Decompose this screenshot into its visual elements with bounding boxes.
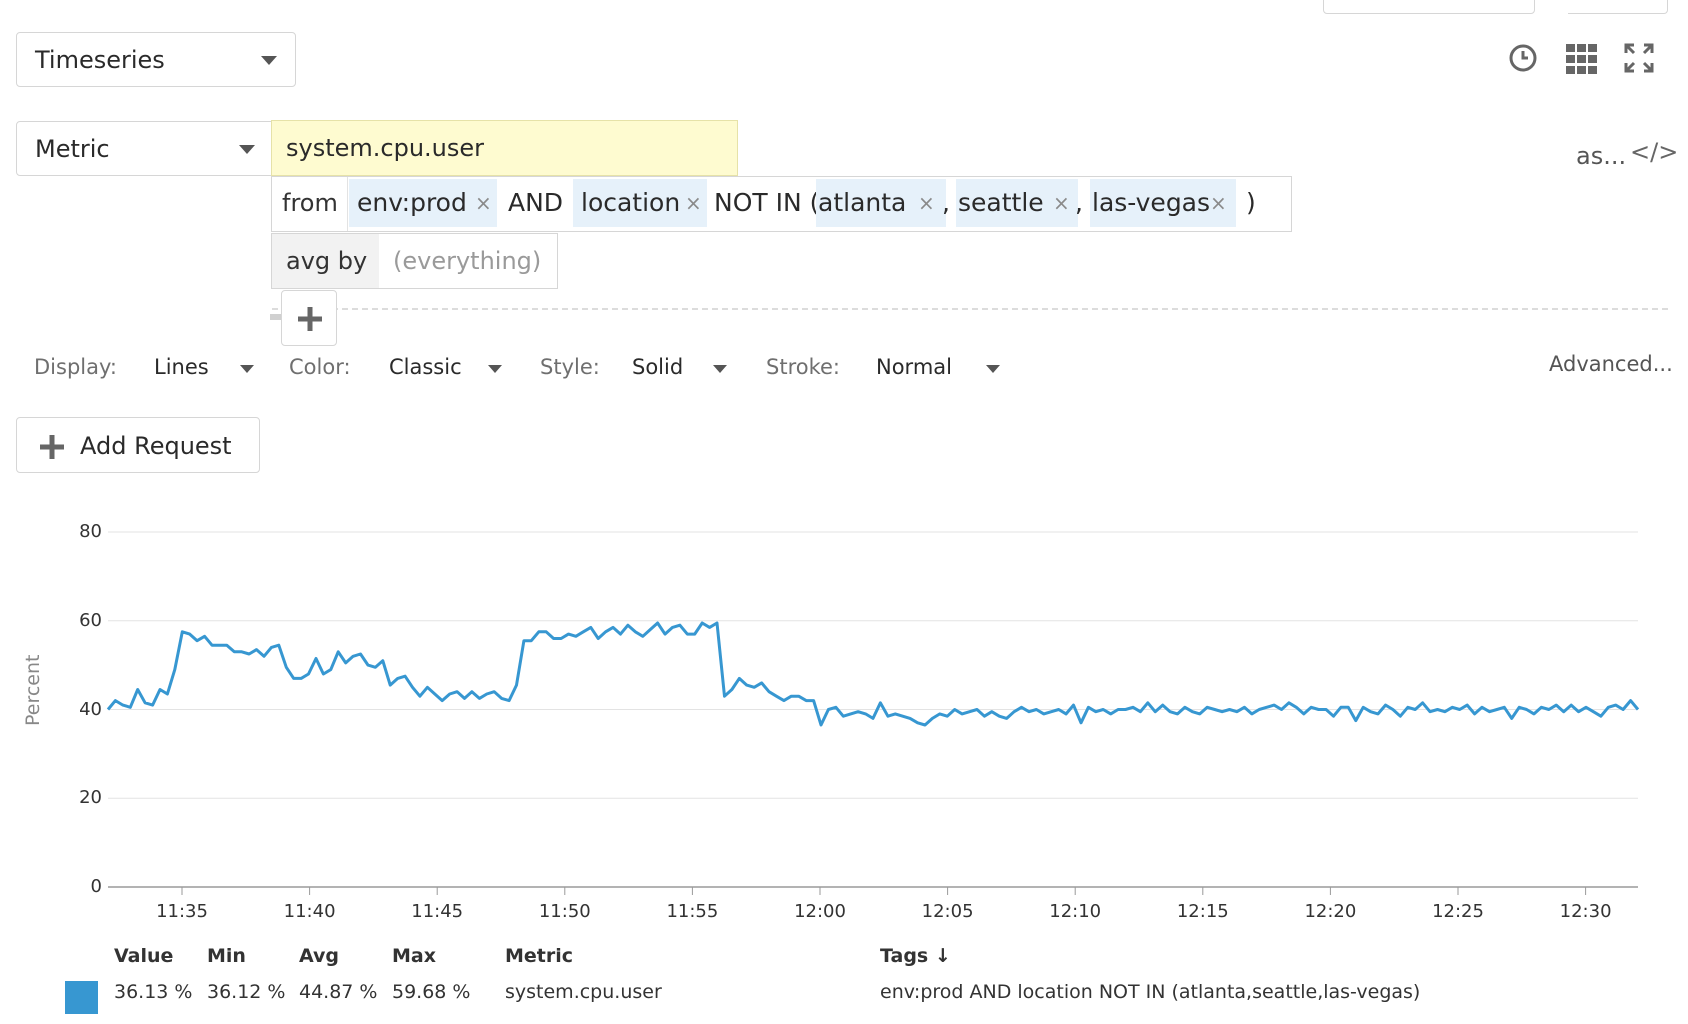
timeseries-chart[interactable]: Percent 0 20 40 60 80 11:35 11:40 11:45 11:50 11… bbox=[0, 500, 1688, 922]
color-label: Color: bbox=[289, 355, 351, 379]
plus-icon bbox=[40, 435, 64, 459]
stroke-value: Normal bbox=[876, 355, 952, 379]
legend-metric: system.cpu.user bbox=[505, 981, 662, 1003]
top-partial-control[interactable] bbox=[1323, 0, 1535, 14]
style-value: Solid bbox=[632, 355, 684, 379]
legend-header-min[interactable]: Min bbox=[207, 945, 246, 967]
x-tick-label: 12:10 bbox=[1049, 901, 1102, 922]
x-tick-label: 12:00 bbox=[794, 901, 846, 922]
x-tick-label: 11:45 bbox=[411, 901, 464, 922]
avg-by-box[interactable]: avg by (everything) bbox=[271, 233, 558, 289]
legend-header-avg[interactable]: Avg bbox=[299, 945, 339, 967]
x-tick-label: 12:25 bbox=[1432, 901, 1484, 922]
code-toggle-icon[interactable]: </> bbox=[1630, 140, 1678, 164]
grid-icon[interactable] bbox=[1566, 44, 1598, 74]
top-partial-control-right[interactable] bbox=[1568, 0, 1668, 14]
comma-separator: , bbox=[942, 188, 950, 217]
filter-tag-location-label: location bbox=[581, 188, 681, 217]
x-tick-label: 12:05 bbox=[921, 901, 974, 922]
x-tick-label: 11:50 bbox=[538, 901, 591, 922]
display-value: Lines bbox=[154, 355, 209, 379]
legend-row[interactable]: 36.13 % 36.12 % 44.87 % 59.68 % system.c… bbox=[0, 971, 1688, 1014]
style-label: Style: bbox=[540, 355, 600, 379]
clock-icon[interactable] bbox=[1508, 43, 1538, 73]
filter-value-atlanta-label: atlanta bbox=[818, 188, 907, 217]
color-dropdown[interactable]: Classic bbox=[385, 350, 510, 386]
filter-value-seattle[interactable]: seattle × bbox=[956, 179, 1078, 227]
fullscreen-icon[interactable] bbox=[1624, 43, 1654, 73]
chevron-down-icon bbox=[240, 365, 254, 373]
y-tick-label: 0 bbox=[90, 876, 102, 897]
x-tick-label: 12:30 bbox=[1559, 901, 1612, 922]
x-tick-label: 12:20 bbox=[1304, 901, 1357, 922]
x-tick-label: 11:35 bbox=[156, 901, 208, 922]
filter-value-las-vegas-label: las-vegas bbox=[1092, 188, 1211, 217]
filter-tag-location[interactable]: location × bbox=[573, 179, 707, 227]
filter-tag-env[interactable]: env:prod × bbox=[349, 179, 497, 227]
y-tick-label: 20 bbox=[79, 787, 102, 809]
metric-name-input[interactable]: system.cpu.user bbox=[271, 120, 738, 176]
filter-value-atlanta[interactable]: atlanta × bbox=[816, 179, 946, 227]
remove-tag-icon[interactable]: × bbox=[685, 179, 702, 227]
legend-table: Value Min Avg Max Metric Tags ↓ 36.13 % … bbox=[0, 935, 1688, 1015]
from-label: from bbox=[282, 189, 338, 217]
separator-line bbox=[272, 308, 1668, 310]
plus-icon bbox=[298, 307, 322, 331]
color-value: Classic bbox=[389, 355, 462, 379]
not-in-operator: NOT IN ( bbox=[714, 188, 820, 217]
avg-by-placeholder[interactable]: (everything) bbox=[393, 249, 541, 273]
alias-label[interactable]: as... bbox=[1576, 144, 1626, 168]
y-tick-label: 60 bbox=[79, 609, 102, 631]
legend-avg: 44.87 % bbox=[299, 981, 378, 1003]
filter-tag-env-label: env:prod bbox=[357, 188, 467, 217]
legend-tags: env:prod AND location NOT IN (atlanta,se… bbox=[880, 981, 1421, 1003]
y-tick-label: 40 bbox=[79, 698, 102, 720]
from-filter-box[interactable]: from env:prod × AND location × NOT IN ( … bbox=[271, 176, 1292, 232]
chevron-down-icon bbox=[239, 145, 255, 154]
close-paren: ) bbox=[1246, 188, 1256, 217]
filter-value-seattle-label: seattle bbox=[958, 188, 1044, 217]
legend-header-value[interactable]: Value bbox=[114, 945, 173, 967]
chart-svg bbox=[106, 531, 1640, 895]
legend-value: 36.13 % bbox=[114, 981, 193, 1003]
stroke-dropdown[interactable]: Normal bbox=[872, 350, 1012, 386]
legend-color-swatch bbox=[65, 981, 98, 1014]
y-tick-label: 80 bbox=[79, 521, 102, 542]
x-tick-label: 12:15 bbox=[1176, 901, 1229, 922]
and-operator: AND bbox=[508, 188, 564, 217]
remove-tag-icon[interactable]: × bbox=[918, 179, 935, 227]
chevron-down-icon bbox=[713, 365, 727, 373]
comma-separator: , bbox=[1075, 188, 1083, 217]
remove-tag-icon[interactable]: × bbox=[1053, 179, 1070, 227]
chevron-down-icon bbox=[261, 56, 277, 65]
remove-tag-icon[interactable]: × bbox=[475, 179, 492, 227]
add-request-label: Add Request bbox=[80, 432, 232, 460]
widget-type-dropdown[interactable]: Timeseries bbox=[16, 32, 296, 87]
add-formula-button[interactable] bbox=[281, 290, 337, 346]
legend-header-max[interactable]: Max bbox=[392, 945, 436, 967]
x-tick-label: 11:40 bbox=[283, 901, 336, 922]
legend-min: 36.12 % bbox=[207, 981, 286, 1003]
y-axis-label: Percent bbox=[22, 654, 44, 727]
x-tick-label: 11:55 bbox=[666, 901, 719, 922]
legend-header-metric[interactable]: Metric bbox=[505, 945, 573, 967]
display-label: Display: bbox=[34, 355, 117, 379]
style-dropdown[interactable]: Solid bbox=[628, 350, 738, 386]
remove-tag-icon[interactable]: × bbox=[1210, 179, 1227, 227]
avg-by-label: avg by bbox=[286, 247, 368, 275]
chevron-down-icon bbox=[488, 365, 502, 373]
legend-max: 59.68 % bbox=[392, 981, 471, 1003]
display-dropdown[interactable]: Lines bbox=[150, 350, 260, 386]
filter-value-las-vegas[interactable]: las-vegas × bbox=[1090, 179, 1236, 227]
advanced-link[interactable]: Advanced... bbox=[1549, 354, 1673, 375]
legend-header-tags[interactable]: Tags ↓ bbox=[880, 945, 951, 967]
source-type-value: Metric bbox=[35, 135, 110, 163]
metric-name-value: system.cpu.user bbox=[286, 134, 485, 162]
source-type-dropdown[interactable]: Metric bbox=[16, 121, 272, 176]
add-request-button[interactable]: Add Request bbox=[16, 417, 260, 473]
chevron-down-icon bbox=[986, 365, 1000, 373]
widget-type-value: Timeseries bbox=[35, 46, 165, 74]
stroke-label: Stroke: bbox=[766, 355, 840, 379]
